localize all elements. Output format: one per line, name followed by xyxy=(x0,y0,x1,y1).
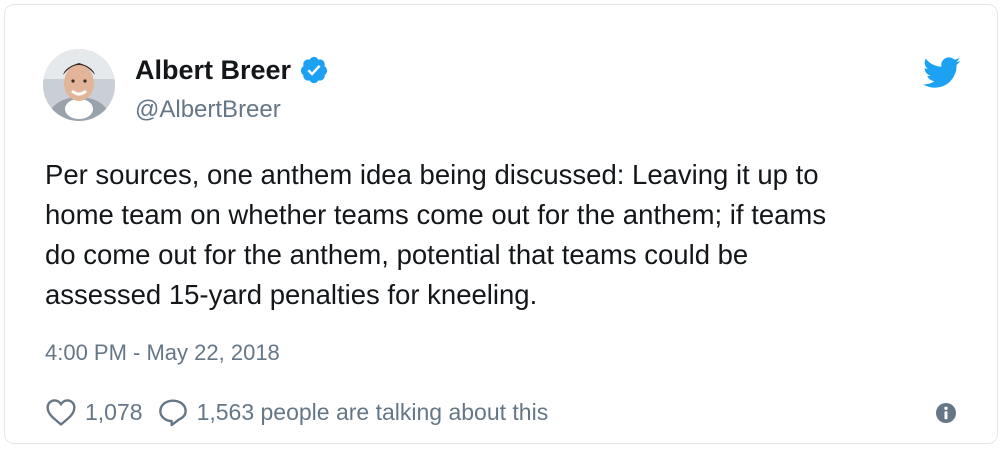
heart-icon[interactable] xyxy=(45,397,77,427)
author-name[interactable]: Albert Breer xyxy=(135,53,291,87)
talking-about-count[interactable]: 1,563 people are talking about this xyxy=(197,399,549,426)
author-handle[interactable]: @AlbertBreer xyxy=(135,95,281,125)
tweet-text: Per sources, one anthem idea being discu… xyxy=(45,155,985,315)
tweet-text-line: home team on whether teams come out for … xyxy=(45,199,827,230)
like-count[interactable]: 1,078 xyxy=(85,399,143,426)
reply-icon[interactable] xyxy=(157,397,189,427)
tweet-text-line: assessed 15-yard penalties for kneeling. xyxy=(45,279,538,310)
tweet-text-line: do come out for the anthem, potential th… xyxy=(45,239,749,270)
avatar-photo xyxy=(43,49,115,121)
avatar[interactable] xyxy=(43,49,115,121)
twitter-bird-icon[interactable] xyxy=(923,57,961,89)
tweet-card: Albert Breer @AlbertBreer Per sources, o… xyxy=(4,4,998,444)
tweet-timestamp[interactable]: 4:00 PM - May 22, 2018 xyxy=(45,338,280,368)
info-icon[interactable] xyxy=(935,402,957,424)
verified-badge-icon xyxy=(300,56,328,84)
action-bar: 1,078 1,563 people are talking about thi… xyxy=(45,395,548,429)
author-name-row[interactable]: Albert Breer xyxy=(135,53,329,87)
tweet-text-line: Per sources, one anthem idea being discu… xyxy=(45,159,819,190)
